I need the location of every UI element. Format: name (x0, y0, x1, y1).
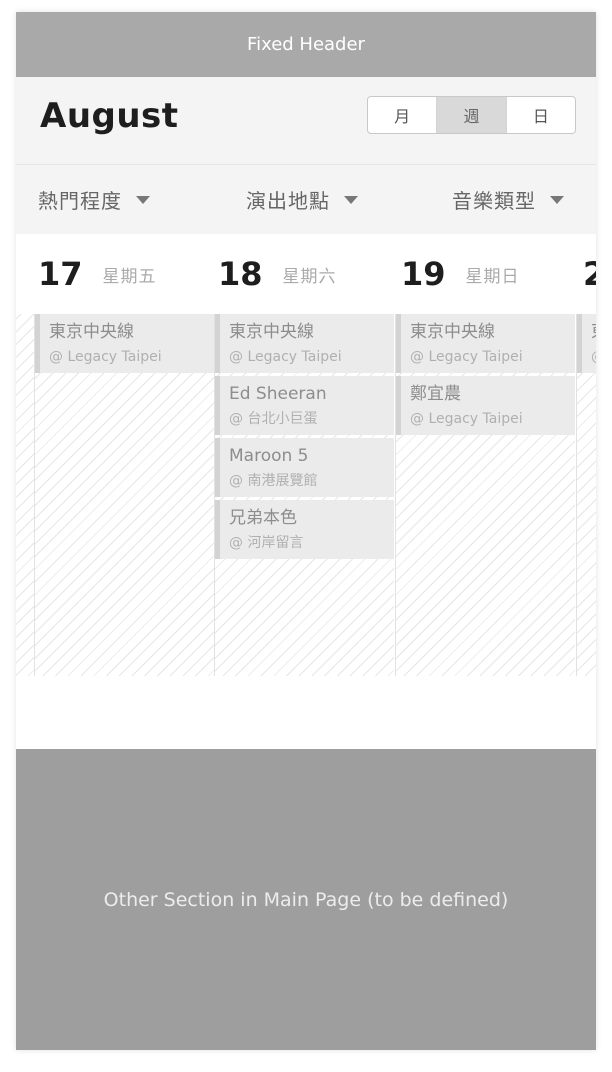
day-header: 2 (583, 234, 596, 314)
view-switch: 月 週 日 (367, 96, 576, 134)
day-weekday: 星期日 (465, 266, 520, 287)
event-card[interactable]: 東 @ (577, 314, 596, 373)
day-weekday: 星期六 (282, 266, 337, 287)
filter-venue-dropdown[interactable]: 演出地點 (246, 165, 358, 234)
other-section: Other Section in Main Page (to be define… (16, 749, 596, 1050)
filter-popularity-dropdown[interactable]: 熱門程度 (38, 165, 150, 234)
day-column: 東京中央線 @ Legacy Taipei (34, 314, 214, 676)
day-column: 東 @ (576, 314, 596, 676)
event-card[interactable]: 東京中央線 @ Legacy Taipei (396, 314, 575, 373)
day-column: 東京中央線 @ Legacy Taipei Ed Sheeran @ 台北小巨蛋… (214, 314, 394, 676)
event-card[interactable]: 鄭宜農 @ Legacy Taipei (396, 376, 575, 435)
day-header: 19 星期日 (401, 234, 520, 314)
filter-genre-label: 音樂類型 (452, 189, 536, 213)
filter-venue-label: 演出地點 (246, 189, 330, 213)
view-day-button[interactable]: 日 (507, 97, 575, 133)
fixed-header-label: Fixed Header (247, 34, 365, 55)
event-title: Ed Sheeran (229, 384, 327, 404)
view-month-button[interactable]: 月 (368, 97, 438, 133)
month-bar: August 月 週 日 (16, 77, 596, 165)
day-column (16, 314, 34, 676)
event-venue: @ 南港展覽館 (229, 473, 318, 489)
event-venue: @ Legacy Taipei (410, 411, 523, 427)
event-venue: @ Legacy Taipei (229, 349, 342, 365)
event-venue: @ Legacy Taipei (410, 349, 523, 365)
event-title: 東京中央線 (410, 322, 495, 342)
event-card[interactable]: 兄弟本色 @ 河岸留言 (215, 500, 394, 559)
days-header: 17 星期五 18 星期六 19 星期日 2 (16, 234, 596, 314)
caret-down-icon (344, 195, 358, 204)
event-title: 東 (591, 320, 596, 344)
event-title: 兄弟本色 (229, 508, 297, 528)
day-header: 17 星期五 (38, 234, 157, 314)
event-venue: @ 河岸留言 (229, 535, 304, 551)
other-section-label: Other Section in Main Page (to be define… (103, 888, 509, 911)
day-number: 18 (218, 255, 263, 293)
view-week-button[interactable]: 週 (437, 97, 507, 133)
week-grid: 東京中央線 @ Legacy Taipei 東京中央線 @ Legacy Tai… (16, 314, 596, 676)
event-title: Maroon 5 (229, 446, 309, 466)
day-weekday: 星期五 (102, 266, 157, 287)
event-card[interactable]: 東京中央線 @ Legacy Taipei (35, 314, 214, 373)
event-venue: @ 台北小巨蛋 (229, 411, 318, 427)
filter-popularity-label: 熱門程度 (38, 189, 122, 213)
fixed-header: Fixed Header (16, 12, 596, 77)
day-header: 18 星期六 (218, 234, 337, 314)
day-column: 東京中央線 @ Legacy Taipei 鄭宜農 @ Legacy Taipe… (395, 314, 575, 676)
event-title: 鄭宜農 (410, 384, 461, 404)
app-frame: Fixed Header August 月 週 日 熱門程度 演出地點 音樂類型… (16, 12, 596, 1050)
day-number: 19 (401, 255, 446, 293)
event-title: 東京中央線 (49, 322, 134, 342)
event-card[interactable]: Maroon 5 @ 南港展覽館 (215, 438, 394, 497)
filter-genre-dropdown[interactable]: 音樂類型 (452, 165, 564, 234)
event-venue: @ Legacy Taipei (49, 349, 162, 365)
month-title: August (40, 96, 179, 136)
event-title: 東京中央線 (229, 322, 314, 342)
filter-bar: 熱門程度 演出地點 音樂類型 (16, 165, 596, 234)
event-venue: @ (591, 346, 596, 368)
day-number: 17 (38, 255, 83, 293)
event-card[interactable]: 東京中央線 @ Legacy Taipei (215, 314, 394, 373)
day-number: 2 (583, 255, 596, 293)
event-card[interactable]: Ed Sheeran @ 台北小巨蛋 (215, 376, 394, 435)
caret-down-icon (550, 195, 564, 204)
caret-down-icon (136, 195, 150, 204)
